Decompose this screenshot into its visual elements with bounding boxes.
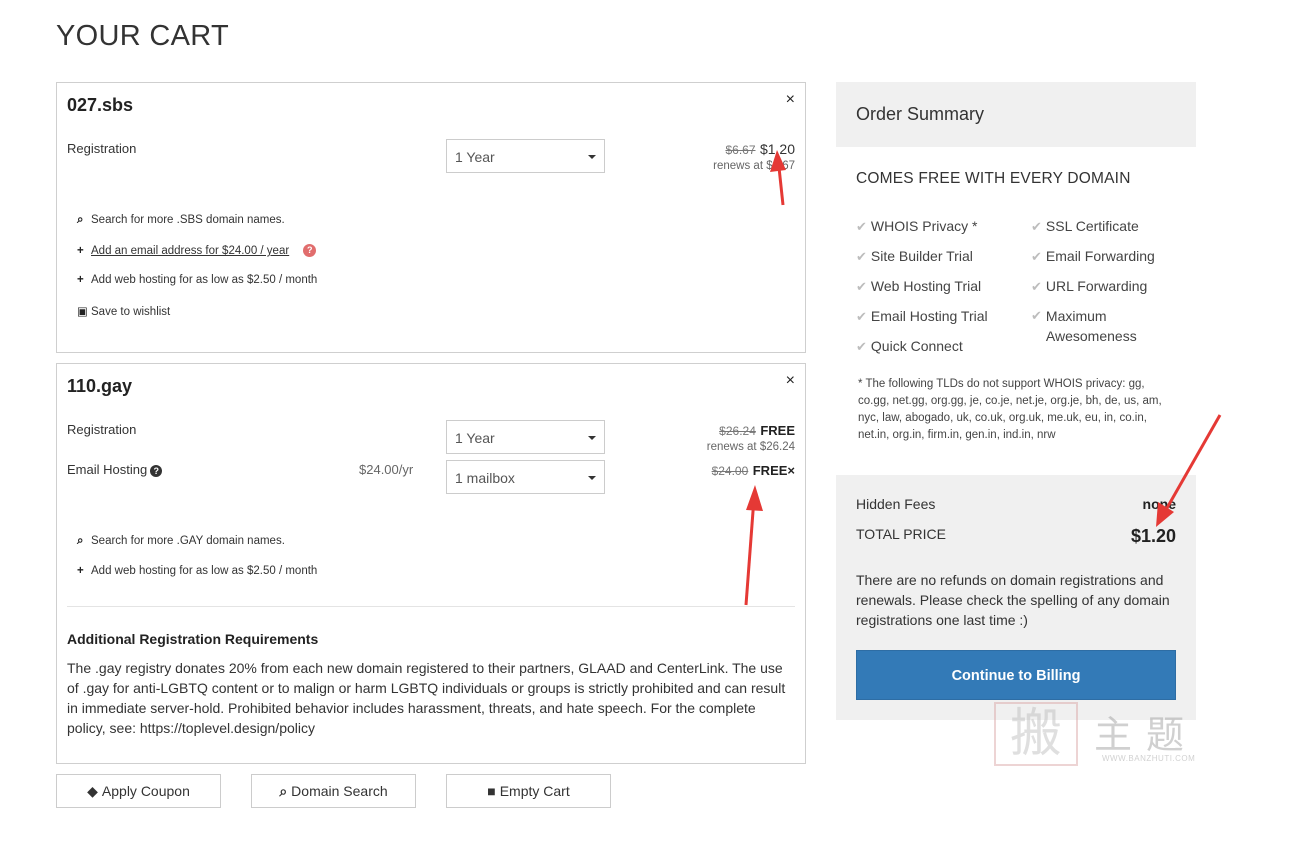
registration-price: $26.24 FREE renews at $26.24: [707, 422, 795, 454]
domain-name: 027.sbs: [67, 95, 134, 115]
total-price-label: TOTAL PRICE: [856, 526, 946, 542]
select-value: 1 mailbox: [455, 470, 515, 486]
page-title: YOUR CART: [56, 20, 229, 52]
remove-item-button[interactable]: ×: [786, 91, 795, 109]
refund-notice: There are no refunds on domain registrat…: [856, 572, 1170, 628]
chevron-down-icon: [588, 436, 596, 440]
remove-email-hosting-button[interactable]: ×: [787, 463, 795, 478]
registration-period-select[interactable]: 1 Year: [446, 139, 605, 173]
feature-item: ✔ SSL Certificate: [1031, 218, 1139, 234]
registration-period-select[interactable]: 1 Year: [446, 420, 605, 454]
check-icon: ✔: [856, 249, 867, 264]
feature-item: ✔ Quick Connect: [856, 338, 963, 354]
totals-panel: Hidden Fees none TOTAL PRICE $1.20 There…: [836, 475, 1196, 720]
new-price: FREE: [760, 423, 795, 438]
order-summary-title: Order Summary: [856, 104, 985, 124]
divider: [67, 606, 795, 607]
plus-icon: +: [77, 245, 84, 257]
plus-icon: +: [77, 565, 84, 577]
old-price: $6.67: [725, 143, 756, 157]
chevron-down-icon: [588, 476, 596, 480]
feature-item: ✔ Web Hosting Trial: [856, 278, 982, 294]
email-hosting-item-price: $24.00 FREE×: [712, 462, 795, 480]
tag-icon: ◆: [87, 783, 98, 799]
add-hosting-link[interactable]: + Add web hosting for as low as $2.50 / m…: [77, 565, 317, 577]
save-icon: ▣: [77, 306, 88, 318]
new-price: FREE: [752, 463, 788, 478]
feature-item: ✔ WHOIS Privacy *: [856, 218, 978, 234]
feature-item: ✔ Maximum Awesomeness: [1031, 308, 1137, 344]
check-icon: ✔: [1031, 279, 1042, 294]
old-price: $26.24: [719, 424, 756, 438]
renewal-price: renews at $6.67: [713, 160, 795, 172]
help-icon[interactable]: ?: [150, 465, 163, 477]
add-hosting-link[interactable]: + Add web hosting for as low as $2.50 / m…: [77, 274, 317, 286]
plus-icon: +: [77, 274, 84, 286]
feature-item: ✔ Email Hosting Trial: [856, 308, 988, 324]
total-price-value: $1.20: [1130, 526, 1176, 546]
cart-item-027-sbs: 027.sbs × Registration 1 Year $6.67 $1.2…: [56, 82, 806, 353]
new-price: $1.20: [759, 141, 795, 157]
old-price: $24.00: [711, 464, 749, 478]
hidden-fees-label: Hidden Fees: [856, 496, 936, 512]
remove-item-button[interactable]: ×: [786, 372, 795, 390]
email-hosting-price: $24.00/yr: [359, 462, 414, 477]
domain-name: 110.gay: [67, 376, 133, 396]
trash-icon: ■: [487, 783, 496, 799]
feature-item: ✔ Site Builder Trial: [856, 248, 973, 264]
mailbox-count-select[interactable]: 1 mailbox: [446, 460, 605, 494]
continue-to-billing-button[interactable]: Continue to Billing: [856, 650, 1176, 700]
cart-item-110-gay: 110.gay × Registration 1 Year $26.24 FRE…: [56, 363, 806, 764]
feature-item: ✔ Email Forwarding: [1031, 248, 1155, 264]
help-icon[interactable]: ?: [303, 244, 317, 257]
registration-label: Registration: [67, 141, 137, 156]
search-more-link[interactable]: ⌕ Search for more .GAY domain names.: [77, 535, 285, 548]
check-icon: ✔: [1031, 219, 1042, 234]
requirements-title: Additional Registration Requirements: [67, 631, 319, 647]
check-icon: ✔: [856, 309, 867, 324]
save-to-wishlist-link[interactable]: ▣ Save to wishlist: [77, 304, 170, 318]
domain-search-button[interactable]: ⌕ Domain Search: [251, 774, 416, 808]
renewal-price: renews at $26.24: [706, 441, 795, 453]
watermark-site: WWW.BANZHUTI.COM: [1102, 754, 1196, 763]
check-icon: ✔: [856, 219, 867, 234]
requirements-text: The .gay registry donates 20% from each …: [67, 660, 786, 736]
registration-label: Registration: [67, 422, 137, 437]
add-email-link[interactable]: + Add an email address for $24.00 / year?: [77, 244, 317, 257]
watermark-logo: 搬 主题 WWW.BANZHUTI.COM: [990, 700, 1220, 770]
chevron-down-icon: [588, 155, 596, 159]
apply-coupon-button[interactable]: ◆ Apply Coupon: [56, 774, 221, 808]
search-icon: ⌕: [279, 783, 288, 799]
check-icon: ✔: [856, 339, 867, 354]
check-icon: ✔: [1031, 249, 1042, 264]
order-summary-header: Order Summary: [836, 82, 1196, 147]
empty-cart-button[interactable]: ■ Empty Cart: [446, 774, 611, 808]
search-more-link[interactable]: ⌕ Search for more .SBS domain names.: [77, 214, 285, 227]
email-hosting-label: Email Hosting?: [67, 462, 163, 477]
feature-item: ✔ URL Forwarding: [1031, 278, 1148, 294]
select-value: 1 Year: [455, 430, 495, 446]
watermark-text: 主题: [1094, 713, 1199, 757]
free-features-title: COMES FREE WITH EVERY DOMAIN: [856, 170, 1131, 187]
check-icon: ✔: [1031, 308, 1042, 323]
select-value: 1 Year: [455, 149, 495, 165]
hidden-fees-value: none: [1142, 496, 1176, 512]
whois-note: * The following TLDs do not support WHOI…: [858, 378, 1162, 441]
check-icon: ✔: [856, 279, 867, 294]
search-icon: ⌕: [77, 535, 84, 547]
registration-price: $6.67 $1.20 renews at $6.67: [713, 141, 795, 173]
watermark-seal: 搬: [994, 702, 1078, 766]
search-icon: ⌕: [77, 214, 84, 226]
